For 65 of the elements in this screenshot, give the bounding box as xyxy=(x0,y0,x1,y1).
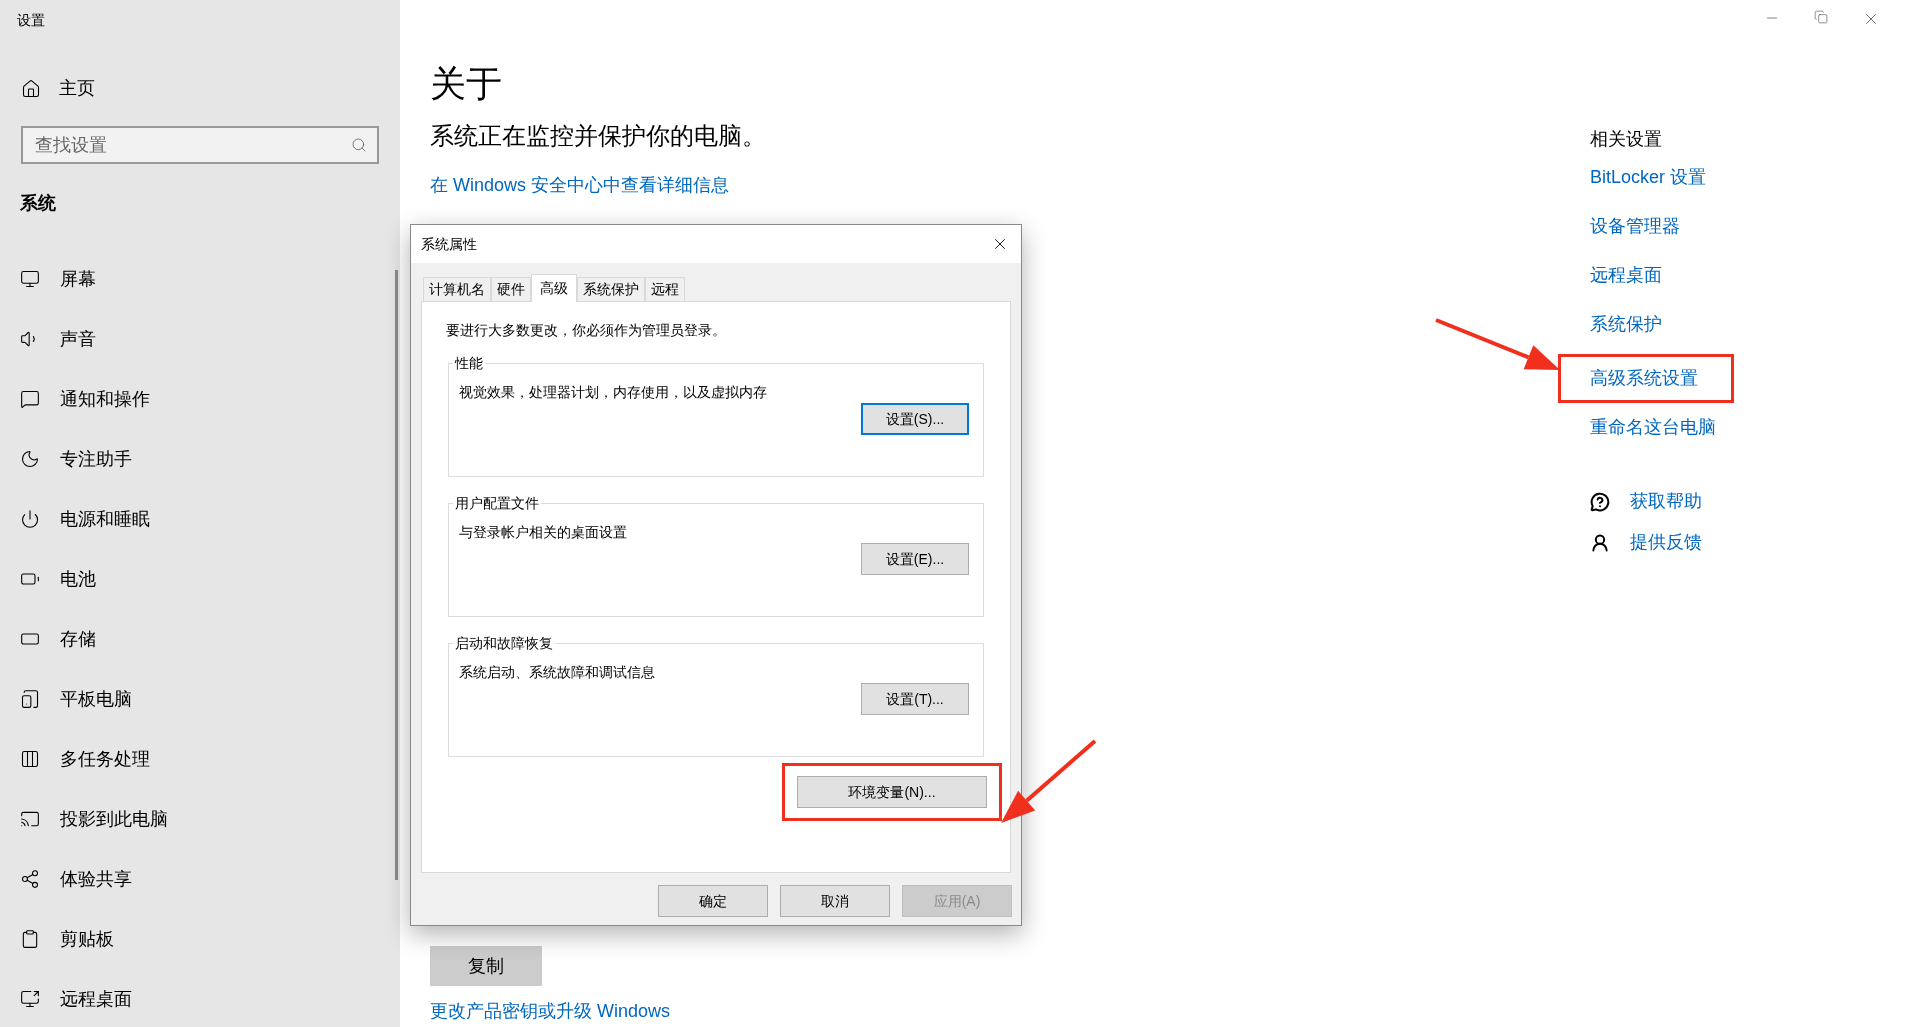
related-link[interactable]: 设备管理器 xyxy=(1590,213,1680,240)
home-icon xyxy=(21,78,41,99)
settings-button[interactable]: 设置(S)... xyxy=(861,403,969,435)
moon-icon xyxy=(20,449,40,469)
environment-variables-button[interactable]: 环境变量(N)... xyxy=(797,776,987,808)
related-link[interactable]: 高级系统设置 xyxy=(1590,365,1698,392)
restore-icon[interactable] xyxy=(1814,10,1828,24)
projection-icon xyxy=(20,809,40,829)
chat-question-icon xyxy=(1590,491,1610,512)
settings-button[interactable]: 设置(E)... xyxy=(861,543,969,575)
dialog-title: 系统属性 xyxy=(421,234,477,254)
sidebar-item[interactable]: 平板电脑 xyxy=(0,669,400,729)
tab[interactable]: 计算机名 xyxy=(423,277,491,301)
page-title: 关于 xyxy=(430,62,502,106)
dialog-button[interactable]: 取消 xyxy=(780,885,890,917)
settings-button[interactable]: 设置(T)... xyxy=(861,683,969,715)
related-heading: 相关设置 xyxy=(1590,128,1662,151)
support-link[interactable]: 提供反馈 xyxy=(1630,529,1702,556)
power-icon xyxy=(20,509,40,529)
search-field[interactable]: 查找设置 xyxy=(21,126,379,164)
tab[interactable]: 硬件 xyxy=(491,277,531,301)
group-description: 系统启动、系统故障和调试信息 xyxy=(459,663,655,682)
sidebar-item[interactable]: 存储 xyxy=(0,609,400,669)
person-icon xyxy=(1590,532,1610,553)
remote-icon xyxy=(20,989,40,1009)
sidebar-item[interactable]: 电源和睡眠 xyxy=(0,489,400,549)
related-link[interactable]: 远程桌面 xyxy=(1590,262,1662,289)
section-heading: 系统 xyxy=(19,192,56,215)
group-description: 视觉效果，处理器计划，内存使用，以及虚拟内存 xyxy=(459,383,767,402)
tablet-icon xyxy=(20,689,40,709)
group-title: 用户配置文件 xyxy=(454,494,540,513)
sidebar-item[interactable]: 剪贴板 xyxy=(0,909,400,969)
security-link[interactable]: 在 Windows 安全中心中查看详细信息 xyxy=(430,172,730,199)
multitask-icon xyxy=(20,749,40,769)
related-link[interactable]: 重命名这台电脑 xyxy=(1590,414,1716,441)
sidebar-item[interactable]: 多任务处理 xyxy=(0,729,400,789)
copy-button[interactable]: 复制 xyxy=(430,946,542,986)
clipboard-icon xyxy=(20,929,40,949)
tab[interactable]: 系统保护 xyxy=(577,277,645,301)
group-title: 性能 xyxy=(453,354,484,373)
tab[interactable]: 远程 xyxy=(645,277,685,301)
related-link[interactable]: BitLocker 设置 xyxy=(1590,164,1707,191)
monitor-icon xyxy=(20,269,40,289)
group-description: 与登录帐户相关的桌面设置 xyxy=(459,523,627,542)
sidebar-item[interactable]: 电池 xyxy=(0,549,400,609)
dialog-button[interactable]: 确定 xyxy=(658,885,768,917)
support-link[interactable]: 获取帮助 xyxy=(1630,488,1702,515)
sidebar-item[interactable]: 投影到此电脑 xyxy=(0,789,400,849)
sidebar-item[interactable]: 屏幕 xyxy=(0,249,400,309)
notice-text: 要进行大多数更改，你必须作为管理员登录。 xyxy=(446,321,726,340)
window-title: 设置 xyxy=(16,11,45,30)
sidebar-item[interactable]: 声音 xyxy=(0,309,400,369)
sidebar-item[interactable]: 专注助手 xyxy=(0,429,400,489)
sidebar-item[interactable]: 远程桌面 xyxy=(0,969,400,1027)
sidebar-item[interactable]: 体验共享 xyxy=(0,849,400,909)
tab[interactable]: 高级 xyxy=(531,274,577,302)
message-icon xyxy=(20,389,40,409)
home-item[interactable]: 主页 xyxy=(0,75,95,102)
sidebar-item[interactable]: 通知和操作 xyxy=(0,369,400,429)
share-icon xyxy=(20,869,40,889)
status-text: 系统正在监控并保护你的电脑。 xyxy=(430,121,766,151)
group-title: 启动和故障恢复 xyxy=(454,634,554,653)
search-icon xyxy=(351,137,367,153)
related-link[interactable]: 系统保护 xyxy=(1590,311,1662,338)
upgrade-link[interactable]: 更改产品密钥或升级 Windows xyxy=(430,998,671,1025)
